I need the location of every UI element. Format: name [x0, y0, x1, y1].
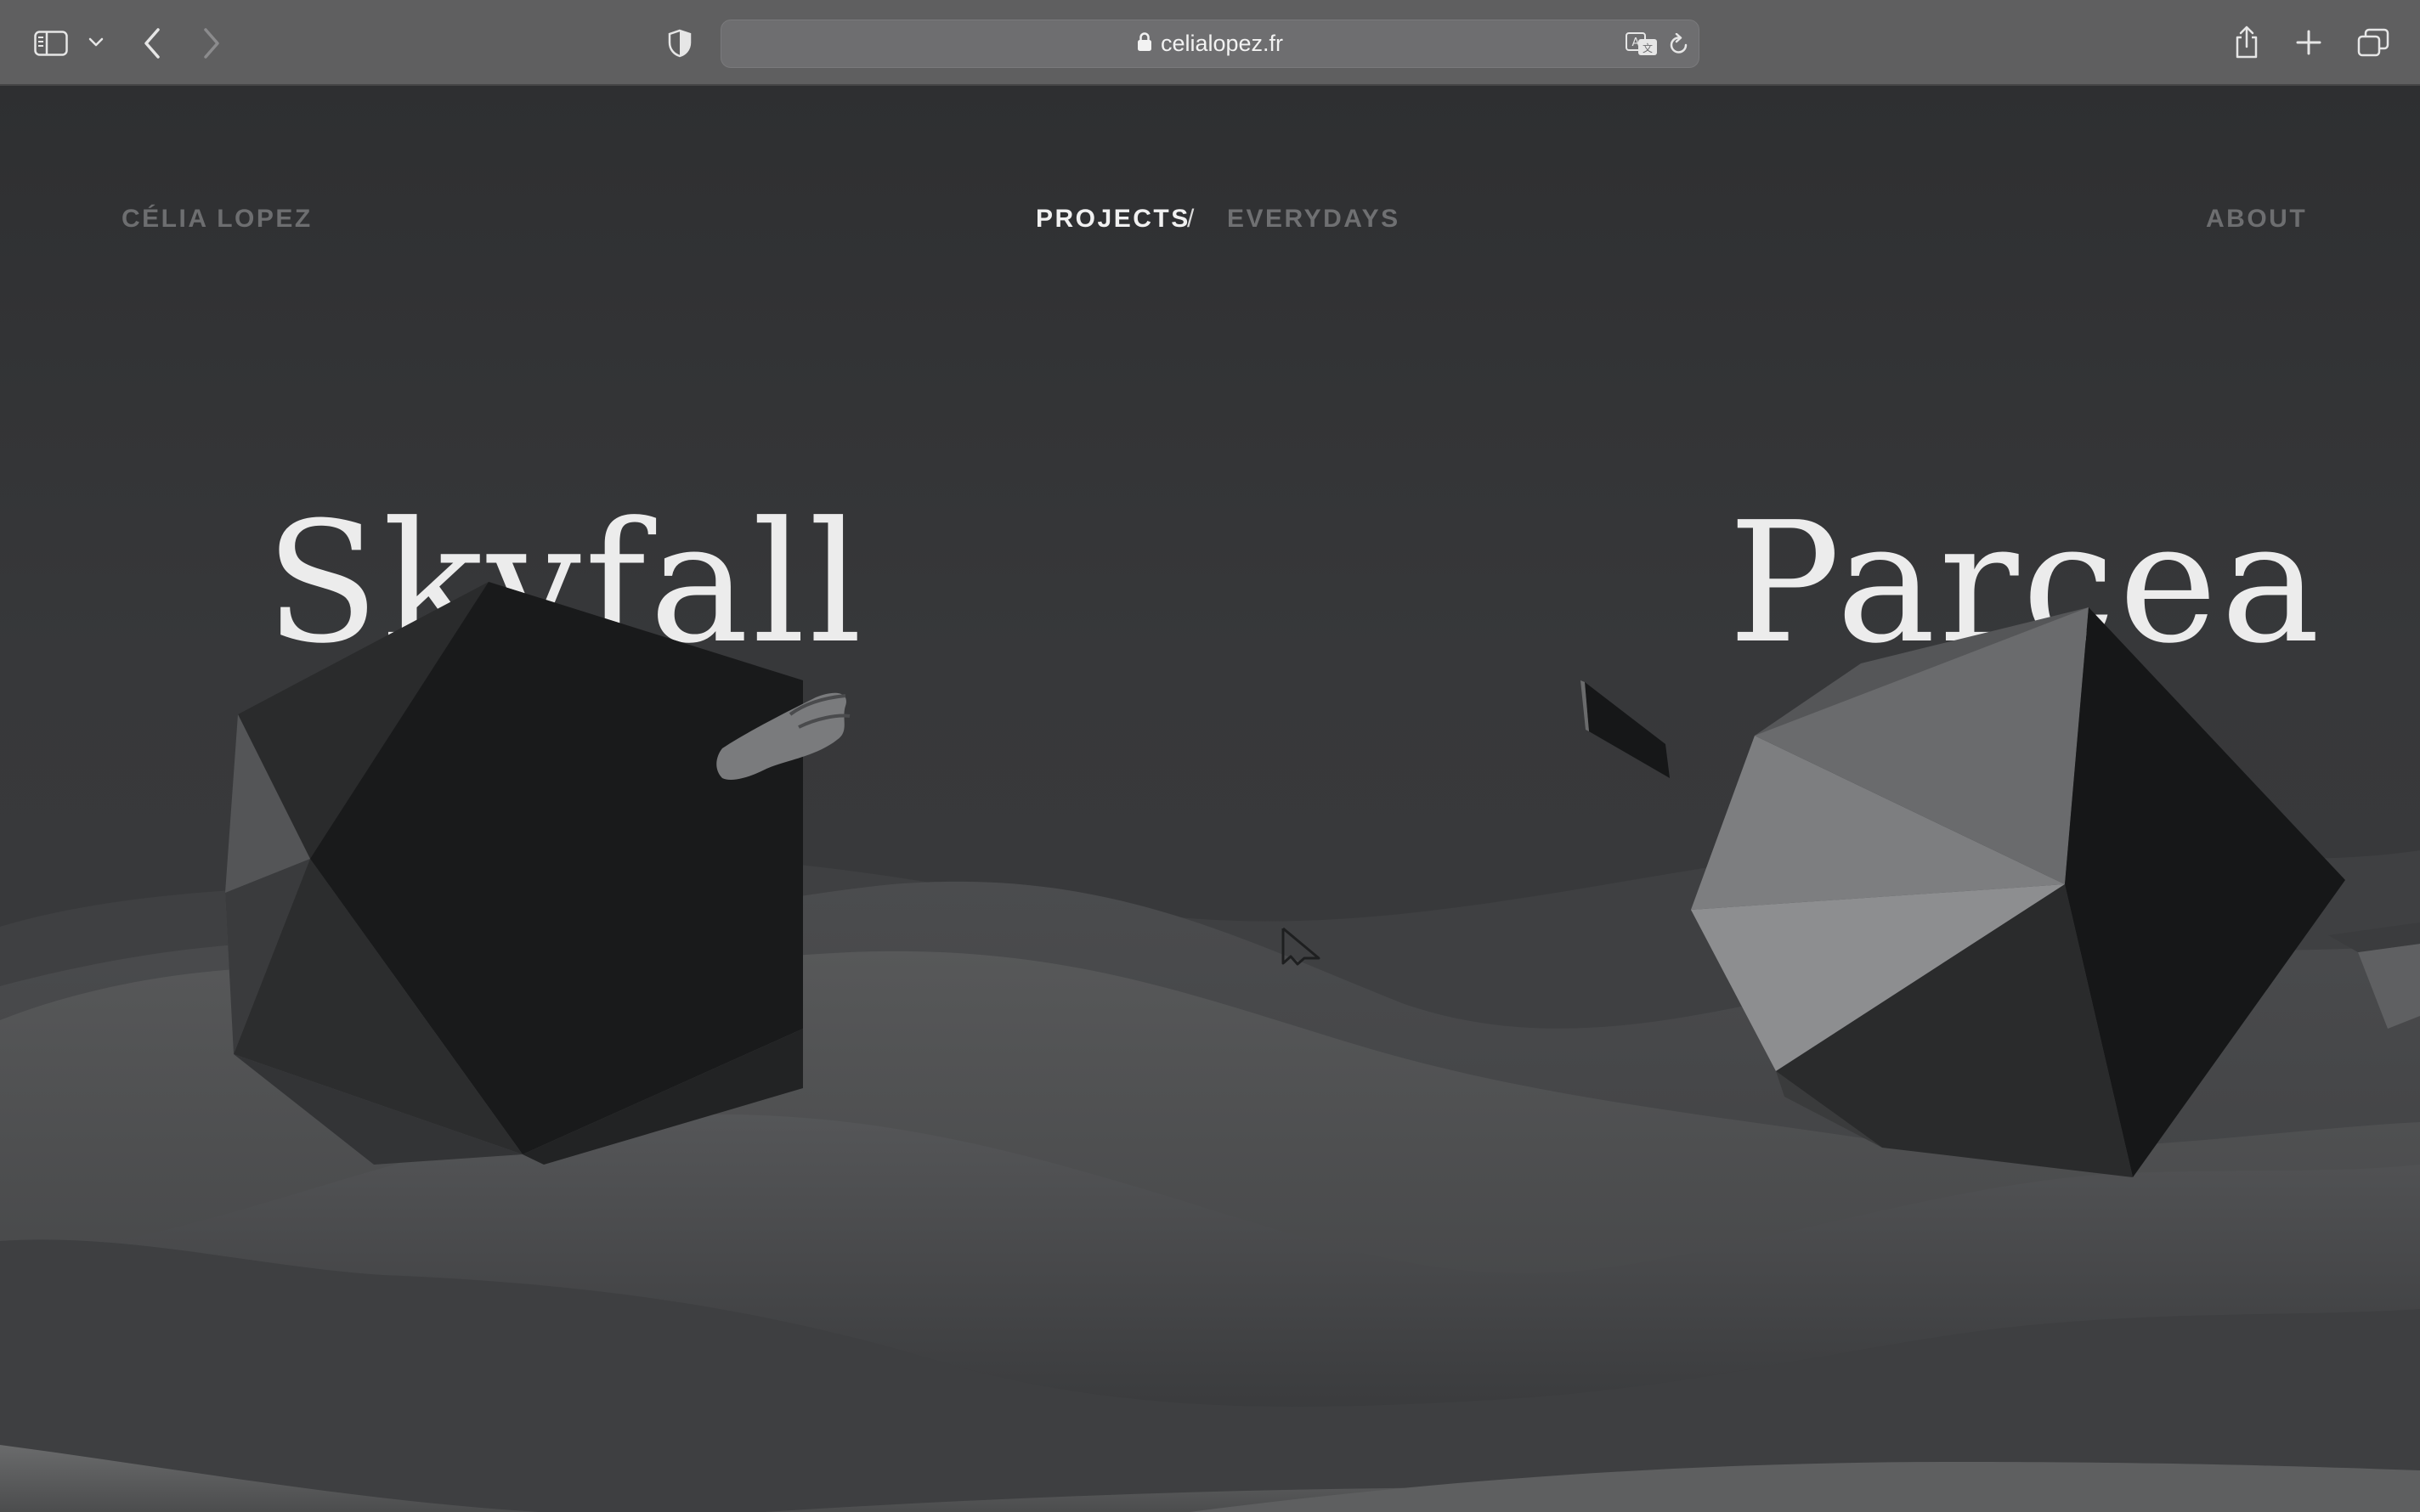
share-icon[interactable]	[2233, 25, 2260, 59]
chevron-right-icon[interactable]	[202, 27, 221, 59]
chevron-left-icon[interactable]	[143, 27, 161, 59]
sidebar-toggle-icon[interactable]	[34, 31, 68, 56]
polyhedra-layer	[225, 582, 2345, 1177]
browser-toolbar: celialopez.fr A文	[0, 0, 2420, 86]
url-text: celialopez.fr	[1160, 31, 1284, 56]
shield-icon[interactable]	[668, 29, 692, 58]
floating-shard	[1585, 682, 1670, 778]
lock-icon	[1137, 31, 1152, 56]
reload-icon[interactable]	[1668, 33, 1690, 57]
chevron-down-icon[interactable]	[88, 37, 104, 48]
plus-icon[interactable]	[2296, 30, 2321, 55]
svg-text:文: 文	[1643, 42, 1653, 54]
tab-overview-icon[interactable]	[2357, 28, 2389, 57]
mouse-cursor-icon	[1281, 926, 1321, 971]
skyfall-polyhedron[interactable]	[225, 582, 803, 1165]
translate-icon[interactable]: A文	[1625, 31, 1659, 57]
web-page: CÉLIA LOPEZ PROJECTS / EVERYDAYS ABOUT S…	[0, 86, 2420, 1512]
parcea-polyhedron[interactable]	[1691, 607, 2345, 1177]
address-bar[interactable]: celialopez.fr A文	[721, 20, 1699, 68]
